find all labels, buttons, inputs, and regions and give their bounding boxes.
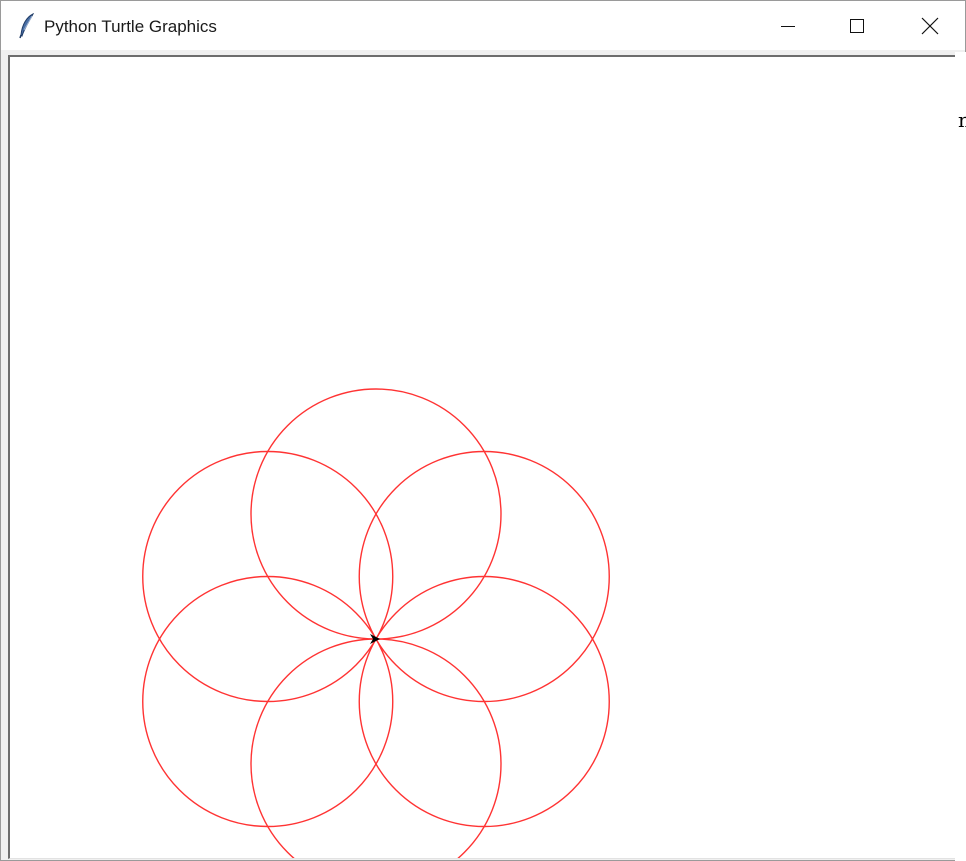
background-window-text: n bbox=[958, 108, 966, 132]
turtle-canvas[interactable] bbox=[10, 57, 957, 858]
close-button[interactable] bbox=[894, 1, 965, 50]
minimize-icon bbox=[780, 25, 795, 27]
maximize-icon bbox=[849, 18, 864, 33]
window-title: Python Turtle Graphics bbox=[44, 17, 217, 36]
background-window-edge bbox=[955, 52, 966, 861]
window-client-area bbox=[1, 50, 965, 860]
canvas-frame bbox=[8, 55, 958, 859]
circle-group bbox=[142, 388, 610, 858]
title-bar[interactable]: Python Turtle Graphics bbox=[1, 1, 965, 50]
turtle-window: Python Turtle Graphics bbox=[0, 0, 966, 861]
close-icon bbox=[921, 17, 938, 34]
maximize-button[interactable] bbox=[822, 1, 891, 50]
minimize-button[interactable] bbox=[753, 1, 822, 50]
feather-icon bbox=[19, 13, 35, 39]
